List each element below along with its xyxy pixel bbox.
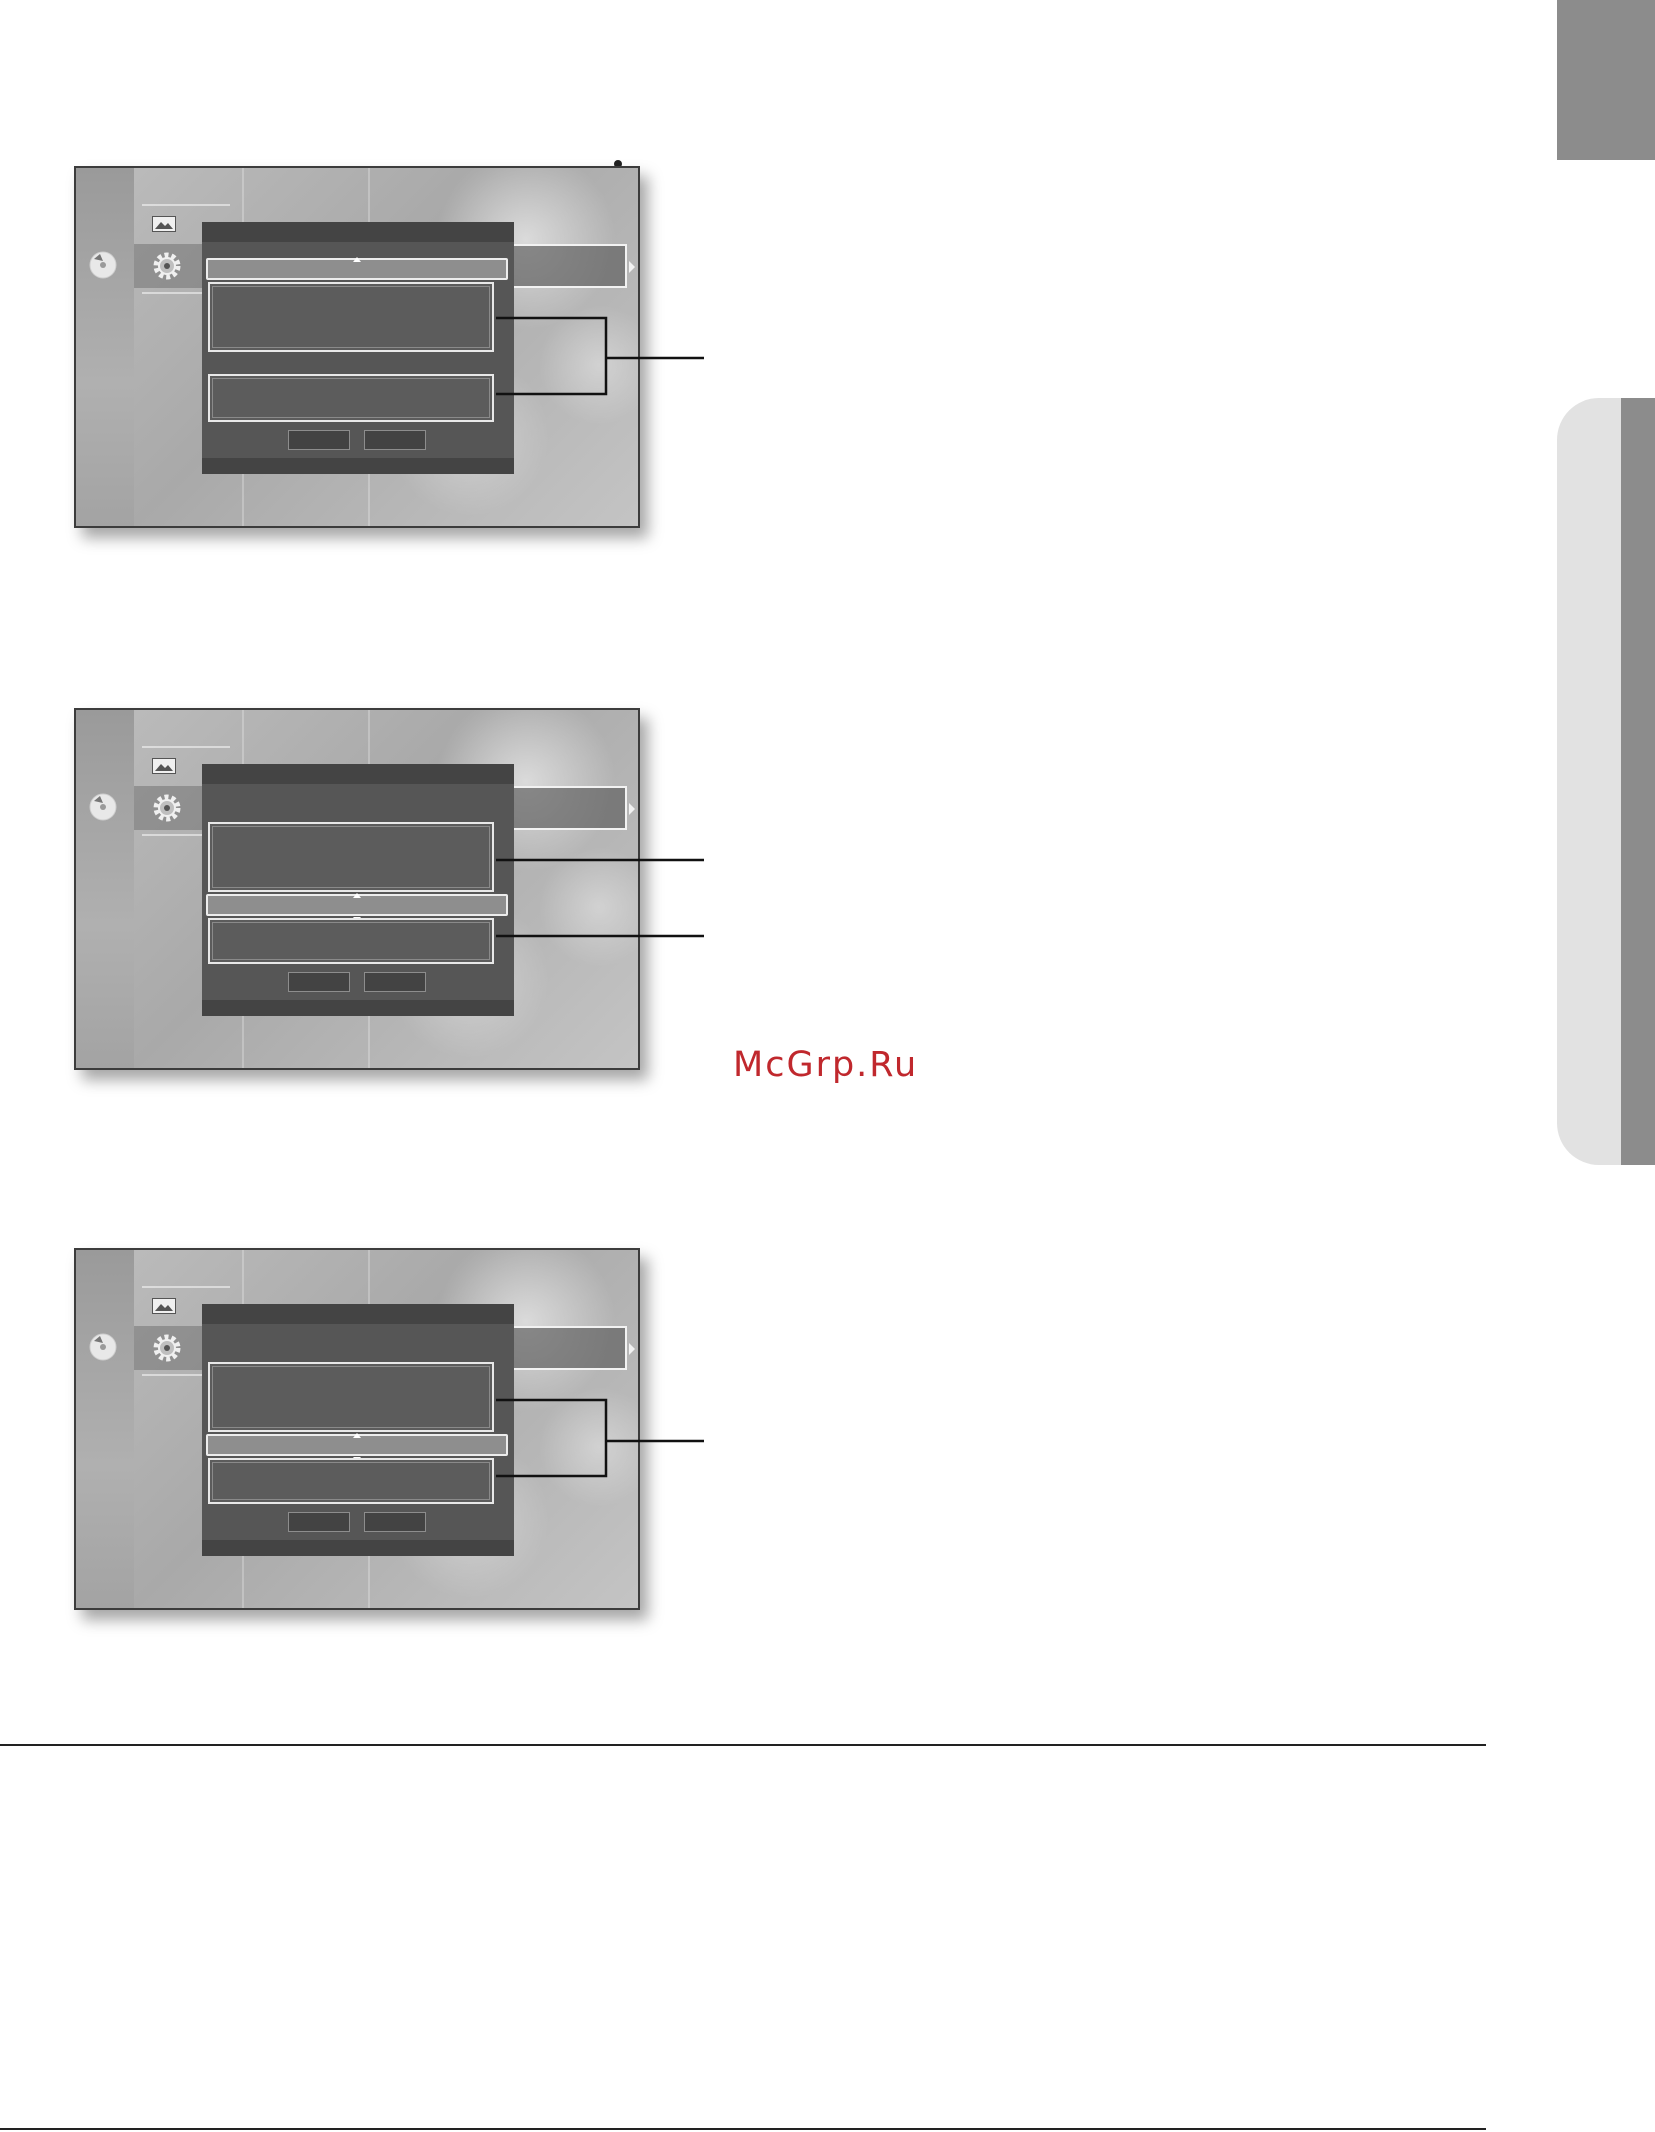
settings-menu-item[interactable] [507, 244, 635, 288]
caret-right-icon [629, 1343, 635, 1355]
cancel-button[interactable] [364, 972, 426, 992]
photo-icon [152, 1298, 176, 1314]
section-tab-top [1557, 0, 1655, 160]
photo-icon [152, 758, 176, 774]
dialog-header [202, 1304, 514, 1324]
input-field-1[interactable] [208, 282, 494, 352]
settings-menu-item[interactable] [507, 1326, 635, 1370]
photo-icon [152, 216, 176, 232]
sidebar-separator [142, 1286, 230, 1288]
caret-right-icon [629, 261, 635, 273]
watermark-text: McGrp.Ru [733, 1045, 919, 1085]
settings-dialog [202, 222, 514, 474]
left-strip [76, 168, 134, 526]
selection-bar[interactable] [206, 893, 508, 922]
ok-button[interactable] [288, 1512, 350, 1532]
arrow-up-icon [353, 257, 361, 262]
horizontal-rule [0, 1744, 1486, 1746]
screenshot-1 [74, 166, 640, 528]
chapter-tab-bar [1621, 398, 1655, 1165]
dialog-footer [202, 1000, 514, 1016]
disc-icon [89, 251, 117, 279]
dialog-footer [202, 1540, 514, 1556]
screenshot-2 [74, 708, 640, 1070]
input-field-2[interactable] [208, 1458, 494, 1504]
gear-icon[interactable] [151, 1332, 183, 1364]
dialog-header [202, 764, 514, 784]
settings-dialog [202, 1304, 514, 1556]
arrow-up-icon [353, 893, 361, 898]
settings-menu-item[interactable] [507, 786, 635, 830]
sidebar-separator [142, 204, 230, 206]
input-field-2[interactable] [208, 374, 494, 422]
cancel-button[interactable] [364, 430, 426, 450]
chapter-tab [1557, 398, 1621, 1165]
dialog-header [202, 222, 514, 242]
left-strip [76, 1250, 134, 1608]
disc-icon [89, 1333, 117, 1361]
ok-button[interactable] [288, 430, 350, 450]
gear-icon[interactable] [151, 250, 183, 282]
input-field-1[interactable] [208, 822, 494, 892]
selection-bar[interactable] [206, 257, 508, 280]
left-strip [76, 710, 134, 1068]
horizontal-rule-bottom [0, 2128, 1486, 2130]
cancel-button[interactable] [364, 1512, 426, 1532]
sidebar-separator [142, 746, 230, 748]
screenshot-3 [74, 1248, 640, 1610]
gear-icon[interactable] [151, 792, 183, 824]
settings-dialog [202, 764, 514, 1016]
arrow-up-icon [353, 1433, 361, 1438]
input-field-1[interactable] [208, 1362, 494, 1432]
ok-button[interactable] [288, 972, 350, 992]
dialog-footer [202, 458, 514, 474]
selection-bar[interactable] [206, 1433, 508, 1462]
input-field-2[interactable] [208, 918, 494, 964]
caret-right-icon [629, 803, 635, 815]
disc-icon [89, 793, 117, 821]
